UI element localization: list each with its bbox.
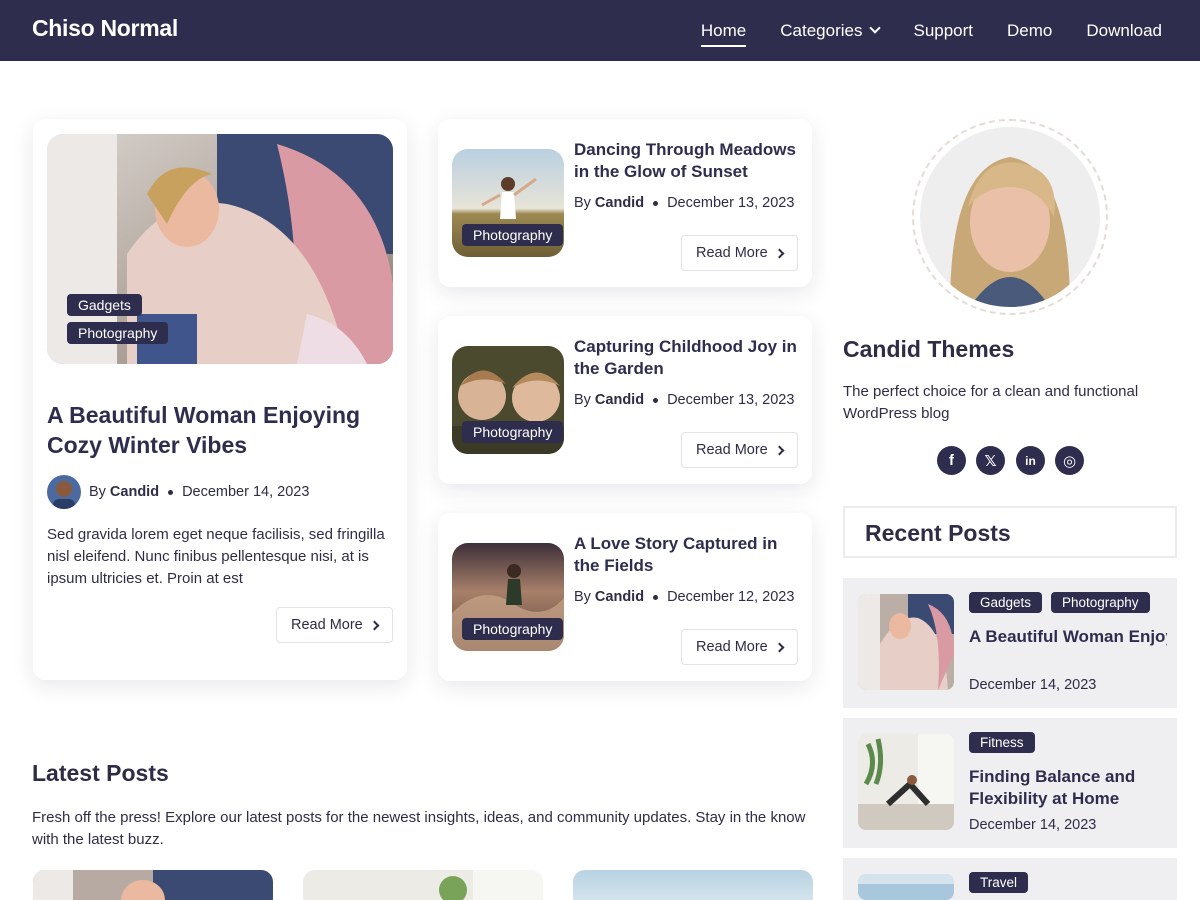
- linkedin-icon[interactable]: in: [1016, 446, 1045, 475]
- latest-post-thumb[interactable]: [303, 870, 543, 900]
- read-more-button[interactable]: Read More: [681, 432, 798, 468]
- post-meta: By Candid December 13, 2023: [574, 392, 794, 408]
- recent-post-thumb[interactable]: [858, 874, 954, 900]
- recent-post-title[interactable]: A Beautiful Woman Enjoying Cozy Winter…: [969, 626, 1167, 648]
- latest-post-thumb[interactable]: [573, 870, 813, 900]
- post-date: December 12, 2023: [667, 589, 795, 605]
- post-title[interactable]: A Love Story Captured in the Fields: [574, 533, 799, 577]
- recent-post-item[interactable]: Fitness Finding Balance and Flexibility …: [843, 718, 1177, 848]
- meta-by: By: [574, 589, 591, 605]
- latest-post-thumb[interactable]: [33, 870, 273, 900]
- meta-separator: [653, 397, 659, 403]
- recent-post-item[interactable]: Travel: [843, 858, 1177, 900]
- read-more-label: Read More: [696, 442, 768, 458]
- read-more-label: Read More: [291, 617, 363, 633]
- recent-post-thumb[interactable]: [858, 734, 954, 830]
- latest-posts-heading: Latest Posts: [32, 760, 169, 786]
- post-title[interactable]: Dancing Through Meadows in the Glow of S…: [574, 139, 799, 183]
- author-avatar: [47, 475, 81, 509]
- author-profile-image: [920, 127, 1100, 307]
- read-more-label: Read More: [696, 639, 768, 655]
- post-tag[interactable]: Photography: [67, 322, 169, 344]
- nav-item-demo[interactable]: Demo: [1007, 0, 1052, 61]
- chevron-right-icon: [369, 620, 380, 630]
- recent-post-title[interactable]: Finding Balance and Flexibility at Home: [969, 766, 1169, 810]
- read-more-label: Read More: [696, 245, 768, 261]
- post-tag[interactable]: Travel: [969, 872, 1029, 893]
- author-link[interactable]: Candid: [595, 589, 644, 605]
- recent-post-date: December 14, 2023: [969, 677, 1097, 693]
- facebook-icon[interactable]: f: [937, 446, 966, 475]
- post-tag[interactable]: Fitness: [969, 732, 1035, 753]
- read-more-button[interactable]: Read More: [681, 629, 798, 665]
- featured-post-meta: By Candid December 14, 2023: [89, 484, 309, 500]
- chevron-right-icon: [774, 248, 785, 258]
- recent-posts-heading: Recent Posts: [865, 520, 1011, 546]
- post-tag[interactable]: Gadgets: [67, 294, 142, 316]
- post-tag[interactable]: Photography: [462, 224, 564, 246]
- post-meta: By Candid December 13, 2023: [574, 195, 794, 211]
- post-date: December 14, 2023: [182, 484, 310, 500]
- author-bio: The perfect choice for a clean and funct…: [843, 383, 1139, 422]
- author-link[interactable]: Candid: [110, 484, 159, 500]
- chevron-right-icon: [774, 445, 785, 455]
- nav-label: Support: [913, 20, 974, 40]
- read-more-button[interactable]: Read More: [681, 235, 798, 271]
- post-tag[interactable]: Photography: [462, 618, 564, 640]
- featured-post-title[interactable]: A Beautiful Woman Enjoying Cozy Winter V…: [47, 400, 377, 460]
- read-more-button[interactable]: Read More: [276, 607, 393, 643]
- featured-post-excerpt: Sed gravida lorem eget neque facilisis, …: [47, 526, 385, 587]
- nav-label: Download: [1086, 20, 1162, 40]
- nav-item-home[interactable]: Home: [700, 0, 747, 61]
- nav-item-categories[interactable]: Categories: [780, 0, 882, 61]
- recent-post-item[interactable]: Gadgets Photography A Beautiful Woman En…: [843, 578, 1177, 708]
- meta-separator: [653, 594, 659, 600]
- recent-post-date: December 14, 2023: [969, 817, 1097, 833]
- post-date: December 13, 2023: [667, 392, 795, 408]
- main-nav: Home Categories Support Demo Download: [667, 0, 1162, 61]
- meta-separator: [653, 200, 659, 206]
- site-brand[interactable]: Chiso Normal: [32, 15, 178, 42]
- site-header: Chiso Normal Home Categories Support Dem…: [0, 0, 1200, 61]
- meta-by: By: [574, 195, 591, 211]
- post-tag[interactable]: Gadgets: [969, 592, 1043, 613]
- x-icon[interactable]: 𝕏: [976, 446, 1005, 475]
- recent-posts-header: Recent Posts: [843, 506, 1177, 558]
- latest-posts-description: Fresh off the press! Explore our latest …: [32, 809, 806, 848]
- chevron-down-icon: [869, 22, 882, 34]
- post-tag[interactable]: Photography: [1051, 592, 1150, 613]
- author-link[interactable]: Candid: [595, 195, 644, 211]
- post-date: December 13, 2023: [667, 195, 795, 211]
- author-name: Candid Themes: [843, 336, 1015, 362]
- meta-separator: [168, 489, 174, 495]
- nav-label: Home: [700, 20, 747, 40]
- nav-label: Demo: [1007, 20, 1053, 40]
- nav-item-download[interactable]: Download: [1086, 0, 1162, 61]
- instagram-icon[interactable]: ◎: [1055, 446, 1084, 475]
- post-title[interactable]: Capturing Childhood Joy in the Garden: [574, 336, 799, 380]
- post-meta: By Candid December 12, 2023: [574, 589, 794, 605]
- nav-item-support[interactable]: Support: [913, 0, 973, 61]
- meta-by: By: [574, 392, 591, 408]
- meta-by: By: [89, 484, 106, 500]
- post-tag[interactable]: Photography: [462, 421, 564, 443]
- chevron-right-icon: [774, 642, 785, 652]
- author-link[interactable]: Candid: [595, 392, 644, 408]
- recent-post-thumb[interactable]: [858, 594, 954, 690]
- nav-label: Categories: [780, 20, 863, 40]
